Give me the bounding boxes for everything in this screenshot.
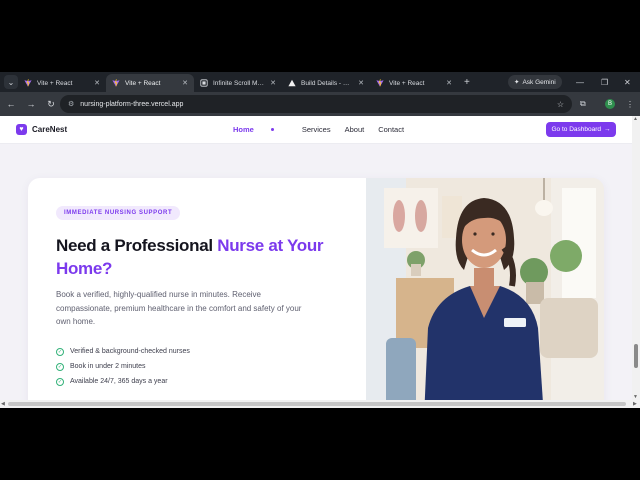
scroll-up-icon[interactable]: ▲ [633,116,638,122]
browser-toolbar: ← → ↻ ⚙ nursing-platform-three.vercel.ap… [0,92,640,116]
ask-gemini-button[interactable]: ✦ Ask Gemini [508,75,562,89]
scroll-right-icon[interactable]: ▶ [633,401,637,407]
menu-kebab-icon[interactable]: ⋮ [626,92,634,116]
tab-search-icon[interactable]: ⌄ [4,75,18,89]
doc-icon [200,79,208,87]
list-item: ✓ Book in under 2 minutes [56,362,146,371]
new-tab-button[interactable]: + [464,77,470,88]
vite-icon [112,79,120,87]
close-icon[interactable]: ✕ [94,79,100,87]
go-to-dashboard-button[interactable]: Go to Dashboard → [546,122,616,137]
active-dot-icon [270,127,274,131]
vertical-scroll-thumb[interactable] [634,344,638,368]
close-window-button[interactable]: ✕ [624,72,631,92]
nav-links: Home Services About Contact [233,125,418,134]
profile-button[interactable]: B [605,92,615,116]
browser-tab[interactable]: Infinite Scroll Meth ✕ [194,74,282,92]
hero-badge: IMMEDIATE NURSING SUPPORT [56,206,181,220]
reload-button[interactable]: ↻ [42,95,60,113]
horizontal-scrollbar[interactable]: ◀ ▶ [0,400,640,408]
vite-icon [376,79,384,87]
check-circle-icon: ✓ [56,377,64,386]
gemini-icon: ✦ [514,79,520,86]
nav-link-services[interactable]: Services [302,125,331,134]
brand-logo[interactable]: ♥ CareNest [16,124,67,135]
browser-window: ⌄ Vite + React ✕ Vite + React ✕ Infinite… [0,72,640,408]
hero-card: IMMEDIATE NURSING SUPPORT Need a Profess… [28,178,604,400]
site-info-icon[interactable]: ⚙ [68,100,74,108]
vertical-scrollbar[interactable]: ▲ ▼ [632,116,640,400]
tab-strip: ⌄ Vite + React ✕ Vite + React ✕ Infinite… [0,72,640,92]
hero-headline: Need a Professional Nurse at Your Home? [56,236,324,278]
scroll-left-icon[interactable]: ◀ [1,401,5,407]
extensions-icon[interactable]: ⧉ [580,92,586,116]
brand-name: CareNest [32,125,68,134]
list-item: ✓ Verified & background-checked nurses [56,347,190,356]
close-icon[interactable]: ✕ [358,79,364,87]
close-icon[interactable]: ✕ [182,79,188,87]
browser-tab[interactable]: Build Details - @bl ✕ [282,74,370,92]
check-circle-icon: ✓ [56,347,64,356]
site-navbar: ♥ CareNest Home Services About Contact G… [0,116,632,144]
browser-tab-active[interactable]: Vite + React ✕ [106,74,194,92]
back-button[interactable]: ← [2,95,20,113]
bookmark-star-icon[interactable]: ☆ [557,100,564,109]
address-bar[interactable]: ⚙ nursing-platform-three.vercel.app ☆ [60,95,572,113]
nav-link-contact[interactable]: Contact [378,125,404,134]
feature-list: ✓ Verified & background-checked nurses ✓… [56,344,190,389]
vite-icon [24,79,32,87]
nav-link-home[interactable]: Home [233,125,288,134]
maximize-button[interactable]: ❐ [601,72,608,92]
avatar: B [605,99,615,109]
horizontal-scroll-thumb[interactable] [8,402,626,406]
browser-tab[interactable]: Vite + React ✕ [370,74,458,92]
arrow-right-icon: → [604,126,611,133]
close-icon[interactable]: ✕ [446,79,452,87]
minimize-button[interactable]: — [576,72,584,92]
list-item: ✓ Available 24/7, 365 days a year [56,377,168,386]
web-page: ♥ CareNest Home Services About Contact G… [0,116,632,400]
nurse-photo [366,178,604,400]
hero-description: Book a verified, highly-qualified nurse … [56,290,302,326]
browser-tab[interactable]: Vite + React ✕ [18,74,106,92]
heart-icon: ♥ [16,124,27,135]
vercel-icon [288,79,296,87]
forward-button[interactable]: → [22,95,40,113]
nav-link-about[interactable]: About [345,125,365,134]
url-text: nursing-platform-three.vercel.app [80,100,184,108]
close-icon[interactable]: ✕ [270,79,276,87]
check-circle-icon: ✓ [56,362,64,371]
